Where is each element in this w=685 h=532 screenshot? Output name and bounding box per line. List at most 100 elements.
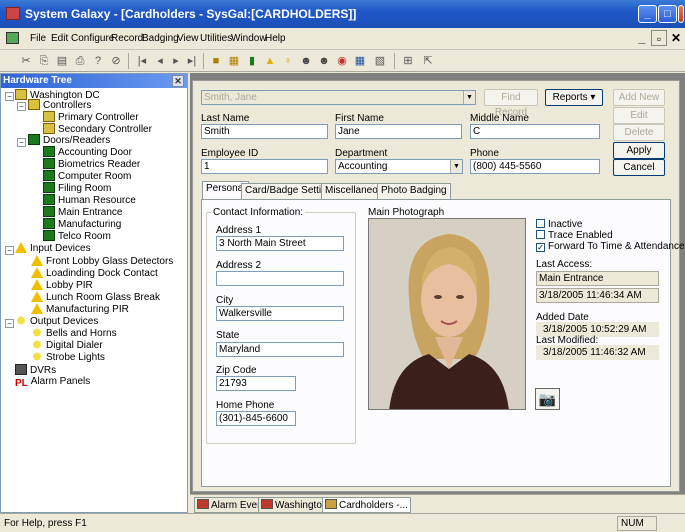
tree-node-bells-horns[interactable]: Bells and Horns — [31, 327, 117, 339]
report-icon[interactable]: ▧ — [372, 53, 388, 69]
alarm-icon[interactable]: ◉ — [334, 53, 350, 69]
copy-icon[interactable]: ⎘ — [36, 53, 52, 69]
forward-time-attendance-checkbox[interactable]: ✓ Forward To Time & Attendance — [536, 241, 685, 252]
previous-record-icon[interactable]: ◂ — [152, 53, 168, 69]
menu-window[interactable]: Window — [231, 33, 267, 44]
middle-name-field[interactable]: C — [470, 124, 600, 139]
exit-icon[interactable]: ⇱ — [420, 53, 436, 69]
tree-node-manufacturing[interactable]: Manufacturing — [43, 218, 121, 230]
paste-icon[interactable]: ▤ — [54, 53, 70, 69]
apply-button[interactable]: Apply — [613, 142, 665, 159]
collapse-controllers[interactable]: − — [17, 102, 26, 111]
inactive-checkbox[interactable]: Inactive — [536, 219, 582, 230]
mdi-close-button[interactable]: ✕ — [668, 30, 684, 46]
tree-node-biometrics-reader[interactable]: Biometrics Reader — [43, 158, 140, 170]
find-record-button[interactable]: Find Record — [484, 89, 538, 118]
menu-help[interactable]: Help — [265, 33, 286, 44]
controller-icon[interactable]: ■ — [208, 53, 224, 69]
controllers-icon[interactable]: ▦ — [226, 53, 242, 69]
collapse-doors[interactable]: − — [17, 138, 26, 147]
last-record-icon[interactable]: ▸| — [184, 53, 200, 69]
mdi-minimize-button[interactable]: _ — [634, 30, 650, 46]
last-name-field[interactable]: Smith — [201, 124, 328, 139]
tree-node-alarm-panels[interactable]: PL Alarm Panels — [15, 376, 90, 389]
chevron-down-icon[interactable]: ▼ — [463, 91, 475, 104]
next-record-icon[interactable]: ▸ — [168, 53, 184, 69]
context-help-icon[interactable]: ⊘ — [108, 53, 124, 69]
first-name-field[interactable]: Jane — [335, 124, 462, 139]
tree-node-accounting-door[interactable]: Accounting Door — [43, 146, 132, 158]
collapse-output-devices[interactable]: − — [5, 319, 14, 328]
first-record-icon[interactable]: |◂ — [134, 53, 150, 69]
mdi-restore-button[interactable]: ▫ — [651, 30, 667, 46]
tree-node-primary-controller[interactable]: Primary Controller — [43, 111, 139, 123]
warning-icon — [31, 291, 43, 302]
tree-node-output-devices[interactable]: Output Devices — [15, 315, 98, 327]
tree-node-human-resource[interactable]: Human Resource — [43, 194, 136, 206]
tree-node-telco-room[interactable]: Telco Room — [43, 230, 111, 242]
tree-node-main-entrance[interactable]: Main Entrance — [43, 206, 122, 218]
app-icon[interactable] — [6, 7, 20, 20]
cardholders-icon[interactable]: ☻ — [316, 53, 332, 69]
trace-enabled-checkbox[interactable]: Trace Enabled — [536, 230, 613, 241]
edit-button[interactable]: Edit — [613, 107, 665, 124]
tree-node-doors-readers[interactable]: Doors/Readers — [28, 134, 110, 146]
reports-button[interactable]: Reports ▾ — [545, 89, 603, 106]
city-field[interactable]: Walkersville — [216, 306, 344, 321]
menu-utilities[interactable]: Utilities — [200, 33, 232, 44]
collapse-washington[interactable]: − — [5, 92, 14, 101]
add-new-button[interactable]: Add New — [613, 89, 665, 106]
tree-node-digital-dialer[interactable]: Digital Dialer — [31, 339, 103, 351]
tree-node-computer-room[interactable]: Computer Room — [43, 170, 131, 182]
tree-node-dvrs[interactable]: DVRs — [15, 364, 56, 376]
door-icon[interactable]: ▮ — [244, 53, 260, 69]
bulb-icon[interactable]: ♀ — [280, 53, 296, 69]
chevron-down-icon[interactable]: ▼ — [450, 160, 462, 173]
cardholder-search-select[interactable]: Smith, Jane ▼ — [201, 90, 476, 105]
menu-record[interactable]: Record — [111, 33, 143, 44]
tree-node-strobe-lights[interactable]: Strobe Lights — [31, 351, 105, 363]
close-button[interactable] — [678, 5, 684, 23]
tree-node-controllers[interactable]: Controllers — [28, 99, 91, 111]
cut-icon[interactable]: ✂ — [18, 53, 34, 69]
tree-node-input-devices[interactable]: Input Devices — [15, 242, 91, 254]
employee-id-field[interactable]: 1 — [201, 159, 328, 174]
middle-name-label: Middle Name — [470, 113, 529, 124]
menu-configure[interactable]: Configure — [71, 33, 114, 44]
tree-node-lobby-pir[interactable]: Lobby PIR — [31, 279, 93, 291]
address1-field[interactable]: 3 North Main Street — [216, 236, 344, 251]
menu-badging[interactable]: Badging — [142, 33, 179, 44]
phone-field[interactable]: (800) 445-5560 — [470, 159, 600, 174]
grid-icon[interactable]: ▦ — [352, 53, 368, 69]
print-icon[interactable]: ⎙ — [72, 53, 88, 69]
camera-icon[interactable]: 📷 — [535, 388, 560, 410]
state-field[interactable]: Maryland — [216, 342, 344, 357]
maximize-button[interactable]: □ — [658, 5, 677, 23]
delete-button[interactable]: Delete — [613, 124, 665, 141]
address2-field[interactable] — [216, 271, 344, 286]
document-icon[interactable] — [6, 32, 19, 44]
cancel-button[interactable]: Cancel — [613, 159, 665, 176]
zip-field[interactable]: 21793 — [216, 376, 296, 391]
window-tab-cardholders[interactable]: Cardholders -... — [322, 497, 411, 513]
tree-node-filing-room[interactable]: Filing Room — [43, 182, 111, 194]
tree-node-manufacturing-pir[interactable]: Manufacturing PIR — [31, 303, 129, 315]
tree-node-front-lobby[interactable]: Front Lobby Glass Detectors — [31, 255, 173, 267]
warning-icon[interactable]: ▲ — [262, 53, 278, 69]
department-select[interactable]: Accounting ▼ — [335, 159, 463, 174]
help-icon[interactable]: ? — [90, 53, 106, 69]
cardholder-icon[interactable]: ☻ — [298, 53, 314, 69]
close-tree-icon[interactable]: ✕ — [172, 75, 184, 87]
minimize-button[interactable]: _ — [638, 5, 657, 23]
home-phone-field[interactable]: (301)-845-6600 — [216, 411, 296, 426]
menu-edit[interactable]: Edit — [51, 33, 68, 44]
toolbar: ✂ ⎘ ▤ ⎙ ? ⊘ |◂ ◂ ▸ ▸| ■ ▦ ▮ ▲ ♀ ☻ ☻ ◉ ▦ … — [0, 50, 685, 72]
tree-icon[interactable]: ⊞ — [400, 53, 416, 69]
menu-view[interactable]: View — [177, 33, 199, 44]
tree-node-loading-dock[interactable]: Loadinding Dock Contact — [31, 267, 158, 279]
tree-node-lunch-room[interactable]: Lunch Room Glass Break — [31, 291, 160, 303]
tab-photo-badging[interactable]: Photo Badging — [377, 183, 451, 199]
cardholder-photo[interactable] — [368, 218, 526, 410]
menu-file[interactable]: File — [30, 33, 46, 44]
collapse-input-devices[interactable]: − — [5, 246, 14, 255]
